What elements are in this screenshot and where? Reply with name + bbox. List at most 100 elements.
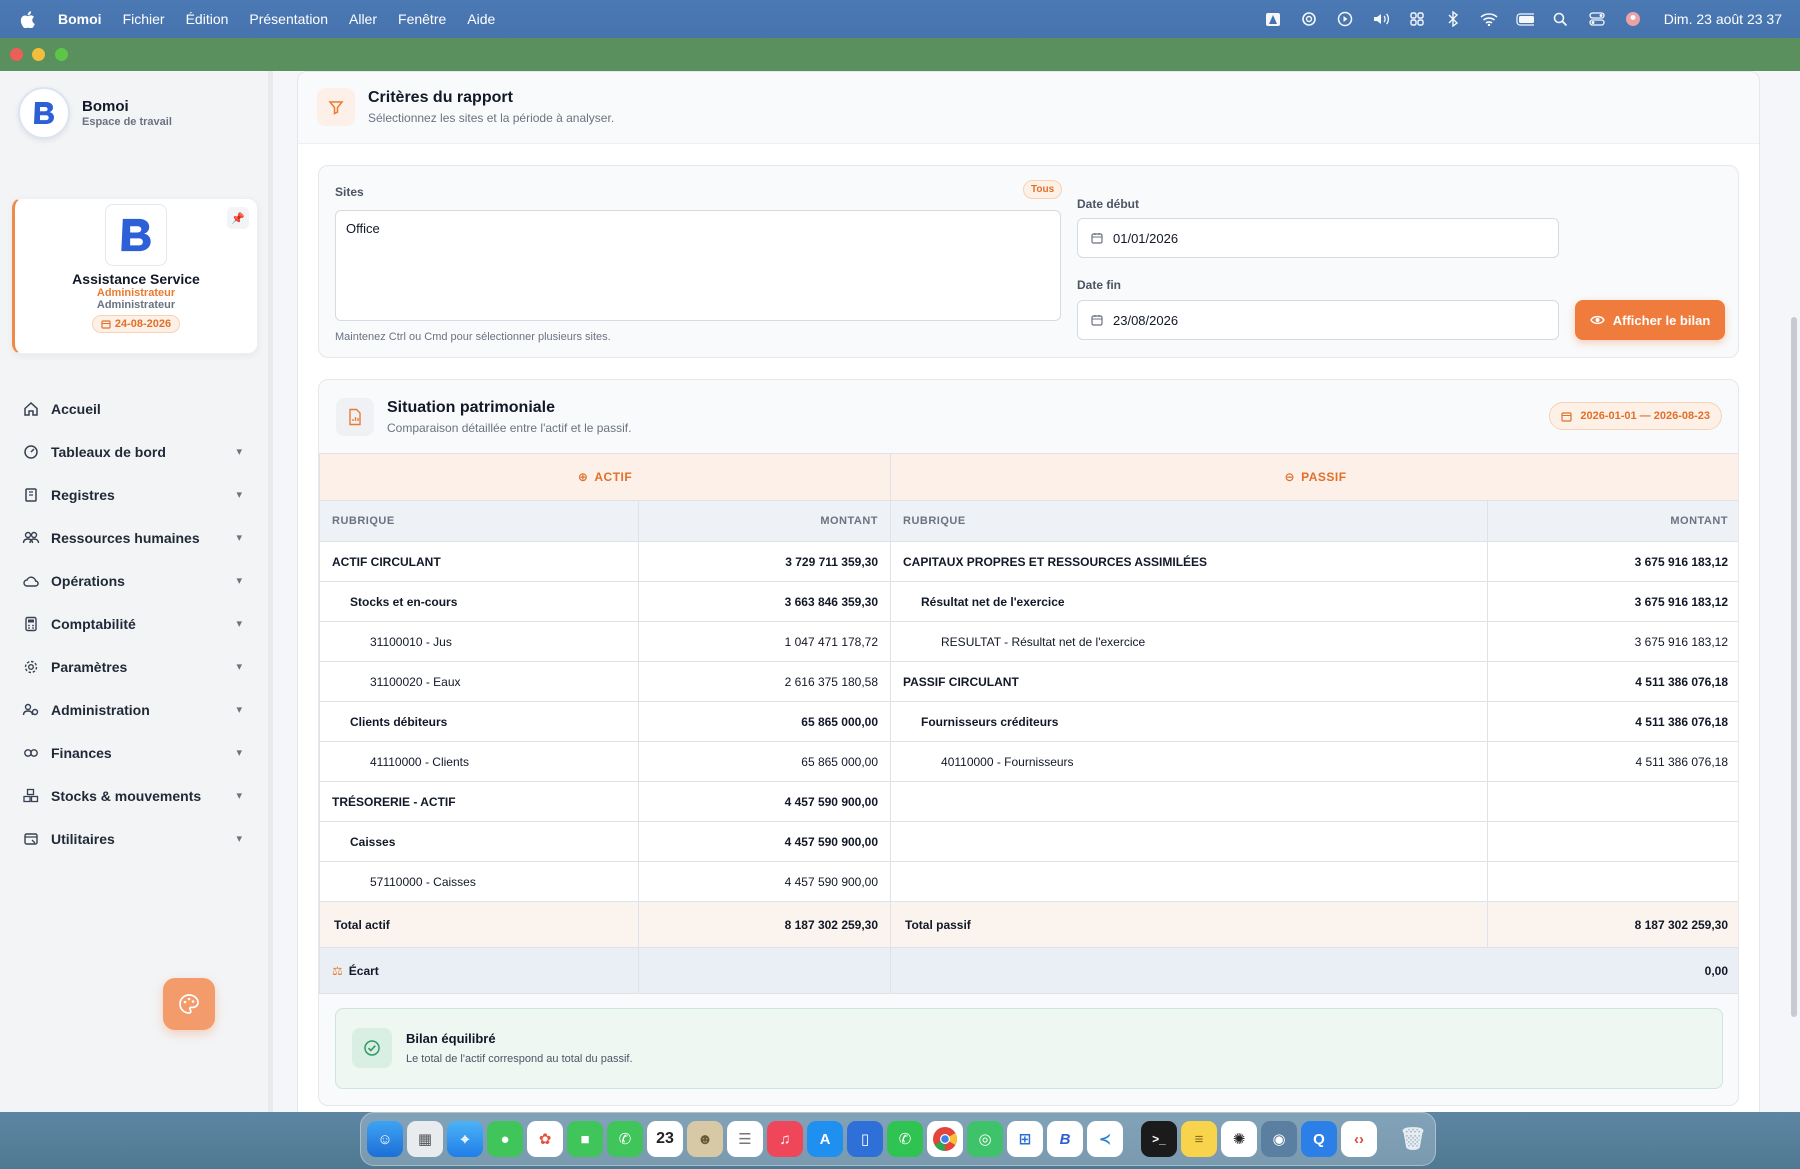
sidebar-item-administration[interactable]: Administration ▾ [14, 688, 250, 731]
menu-aller[interactable]: Aller [349, 11, 377, 27]
actif-rubrique: ACTIF CIRCULANT [319, 541, 639, 582]
actif-montant: 65 865 000,00 [637, 741, 892, 782]
menu-presentation[interactable]: Présentation [249, 11, 328, 27]
appstore-icon[interactable]: A [807, 1121, 843, 1157]
main-scrollbar[interactable] [1788, 71, 1800, 1112]
window-close-button[interactable] [10, 48, 23, 61]
period-badge: 2026-01-01 — 2026-08-23 [1549, 402, 1722, 430]
user-card: 📌 Assistance Service Administrateur Admi… [12, 198, 258, 354]
calendar-icon [1561, 411, 1572, 422]
control-grid-icon[interactable] [1408, 11, 1426, 27]
sidebar-item-label: Tableaux de bord [51, 443, 166, 460]
music-icon[interactable]: ♫ [767, 1121, 803, 1157]
menu-edition[interactable]: Édition [186, 11, 229, 27]
total-passif-label: Total passif [890, 901, 1489, 948]
report-panel: Critères du rapport Sélectionnez les sit… [297, 71, 1760, 1112]
calculator-icon [22, 615, 40, 633]
battery-icon[interactable] [1516, 11, 1534, 27]
window-zoom-button[interactable] [55, 48, 68, 61]
sidebar-item-operations[interactable]: Opérations ▾ [14, 559, 250, 602]
sidebar-item-ressources-humaines[interactable]: Ressources humaines ▾ [14, 516, 250, 559]
home-icon [22, 400, 40, 418]
trash-icon[interactable]: 🗑 [1395, 1121, 1431, 1157]
sites-hint: Maintenez Ctrl ou Cmd pour sélectionner … [335, 331, 611, 343]
menu-app-name[interactable]: Bomoi [58, 11, 102, 27]
actif-rubrique: TRÉSORERIE - ACTIF [319, 781, 639, 822]
script-editor-icon[interactable]: ‹› [1341, 1121, 1377, 1157]
chrome-icon[interactable] [927, 1121, 963, 1157]
menu-fenetre[interactable]: Fenêtre [398, 11, 446, 27]
windows-app-icon[interactable]: ⊞ [1007, 1121, 1043, 1157]
sidebar-item-utilitaires[interactable]: Utilitaires ▾ [14, 817, 250, 860]
actif-rubrique: 57110000 - Caisses [319, 861, 639, 902]
sidebar-item-comptabilite[interactable]: Comptabilité ▾ [14, 602, 250, 645]
sidebar-item-label: Administration [51, 701, 150, 718]
calendar-icon[interactable]: 23 [647, 1121, 683, 1157]
chatgpt-icon[interactable]: ✺ [1221, 1121, 1257, 1157]
sites-multiselect[interactable]: Office [335, 210, 1061, 321]
apple-menu-icon[interactable] [18, 10, 36, 28]
launchpad-icon[interactable]: ▦ [407, 1121, 443, 1157]
notes-icon[interactable]: ≡ [1181, 1121, 1217, 1157]
passif-montant: 4 511 386 076,18 [1487, 701, 1738, 742]
status-a-icon[interactable] [1264, 11, 1282, 27]
sidebar-item-label: Finances [51, 744, 112, 761]
show-balance-button[interactable]: Afficher le bilan [1575, 300, 1725, 340]
sidebar-item-stocks-mouvements[interactable]: Stocks & mouvements ▾ [14, 774, 250, 817]
play-status-icon[interactable] [1336, 11, 1354, 27]
report-subtitle: Comparaison détaillée entre l'actif et l… [387, 421, 632, 435]
spotlight-icon[interactable] [1552, 11, 1570, 27]
brand[interactable]: Bomoi Espace de travail [18, 87, 172, 139]
calendar-icon [1091, 314, 1103, 326]
simulator-icon[interactable]: ▯ [847, 1121, 883, 1157]
actif-rubrique: Caisses [319, 821, 639, 862]
quicktime-icon[interactable]: Q [1301, 1121, 1337, 1157]
passif-montant [1487, 781, 1738, 822]
bluetooth-icon[interactable] [1444, 11, 1462, 27]
finder-icon[interactable]: ☺ [367, 1121, 403, 1157]
sidebar-item-parametres[interactable]: Paramètres ▾ [14, 645, 250, 688]
sidebar-item-tableaux-de-bord[interactable]: Tableaux de bord ▾ [14, 430, 250, 473]
actif-rubrique: 41110000 - Clients [319, 741, 639, 782]
menu-fichier[interactable]: Fichier [123, 11, 165, 27]
menubar-clock[interactable]: Dim. 23 août 23 37 [1664, 11, 1782, 27]
tous-badge[interactable]: Tous [1023, 180, 1063, 199]
whatsapp-icon[interactable]: ✆ [887, 1121, 923, 1157]
actif-montant: 65 865 000,00 [637, 701, 892, 742]
reminders-icon[interactable]: ☰ [727, 1121, 763, 1157]
facetime-icon[interactable]: ■ [567, 1121, 603, 1157]
table-row: 31100020 - Eaux 2 616 375 180,58 PASSIF CI… [319, 661, 1738, 702]
find-my-icon[interactable]: ◎ [967, 1121, 1003, 1157]
phone-icon[interactable]: ✆ [607, 1121, 643, 1157]
sidebar-item-finances[interactable]: Finances ▾ [14, 731, 250, 774]
sidebar-item-registres[interactable]: Registres ▾ [14, 473, 250, 516]
control-center-icon[interactable] [1588, 11, 1606, 27]
chevron-down-icon: ▾ [236, 489, 242, 501]
window-minimize-button[interactable] [32, 48, 45, 61]
chevron-down-icon: ▾ [236, 833, 242, 845]
chatgpt-status-icon[interactable] [1300, 11, 1318, 27]
safari-icon[interactable]: ⌖ [447, 1121, 483, 1157]
sidebar-item-accueil[interactable]: Accueil [14, 387, 250, 430]
date-end-input[interactable]: 23/08/2026 [1077, 300, 1559, 340]
pin-icon[interactable]: 📌 [227, 207, 249, 229]
date-start-input[interactable]: 01/01/2026 [1077, 218, 1559, 258]
wifi-icon[interactable] [1480, 11, 1498, 27]
photos-icon[interactable]: ✿ [527, 1121, 563, 1157]
scrollbar-thumb[interactable] [1791, 317, 1797, 1017]
bomoi-icon[interactable]: B [1047, 1121, 1083, 1157]
criteria-form: Sites Tous Office Maintenez Ctrl ou Cmd … [318, 165, 1739, 358]
sites-option-selected[interactable]: Office [346, 221, 380, 236]
passif-montant: 3 675 916 183,12 [1487, 581, 1738, 622]
user-avatar-menubar-icon[interactable] [1624, 11, 1642, 27]
theme-palette-button[interactable] [163, 978, 215, 1030]
vscode-icon[interactable]: ≺ [1087, 1121, 1123, 1157]
calendar-icon [1091, 232, 1103, 244]
menu-aide[interactable]: Aide [467, 11, 495, 27]
messages-icon[interactable]: ● [487, 1121, 523, 1157]
terminal-icon[interactable]: >_ [1141, 1121, 1177, 1157]
disk-utility-icon[interactable]: ◉ [1261, 1121, 1297, 1157]
document-chart-icon [336, 398, 374, 436]
volume-icon[interactable] [1372, 11, 1390, 27]
contacts-icon[interactable]: ☻ [687, 1121, 723, 1157]
